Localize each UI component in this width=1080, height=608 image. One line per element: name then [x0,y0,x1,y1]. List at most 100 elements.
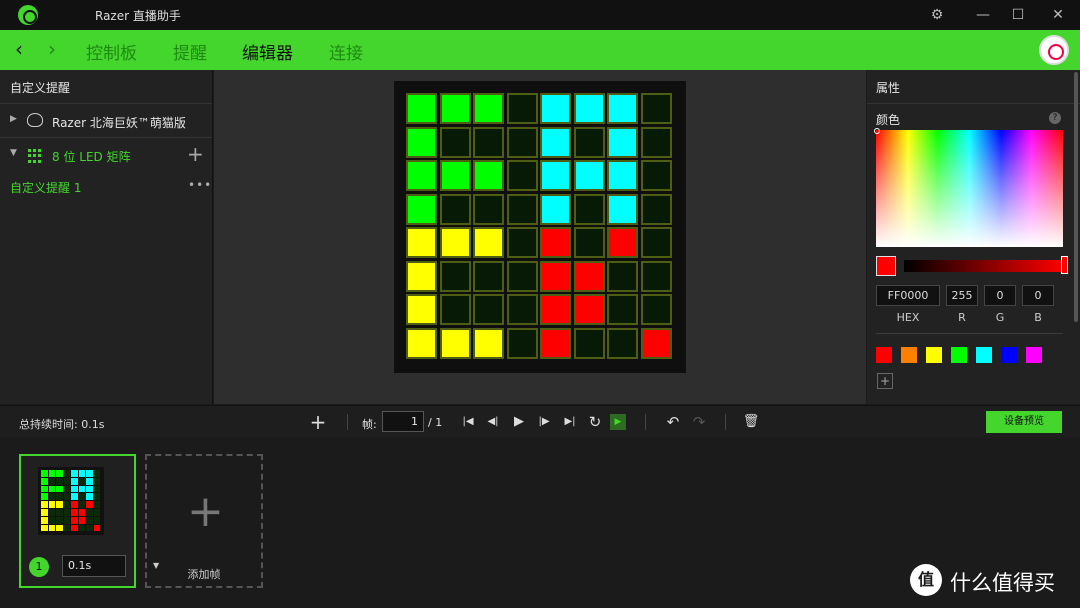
led-cell[interactable] [473,327,504,359]
led-cell[interactable] [439,260,471,292]
device-preview-button[interactable]: 设备预览 [986,411,1062,433]
led-cell[interactable] [540,260,571,292]
back-arrow-icon[interactable]: ‹ [9,36,29,64]
help-icon[interactable]: ? [1049,112,1061,124]
led-cell[interactable] [406,160,437,191]
led-cell[interactable] [640,93,672,124]
color-picker-cursor[interactable] [874,128,880,134]
led-cell[interactable] [506,294,538,325]
brightness-slider[interactable] [904,260,1064,272]
tab-dashboard[interactable]: 控制板 [86,39,137,64]
led-cell[interactable] [607,160,638,191]
led-cell[interactable] [607,227,638,258]
led-cell[interactable] [506,160,538,191]
sidebar-item-led-matrix[interactable]: ▼ 8 位 LED 矩阵 + [0,138,212,172]
tab-connect[interactable]: 连接 [329,39,363,64]
led-cell[interactable] [640,294,672,325]
led-cell[interactable] [573,294,605,325]
undo-icon[interactable]: ↶ [662,411,684,433]
led-cell[interactable] [573,160,605,191]
previous-frame-icon[interactable]: ◀| [482,411,504,433]
led-cell[interactable] [473,260,504,292]
add-frame-button[interactable]: + 添加帧 [145,454,263,588]
add-preset-button[interactable]: + [877,373,893,389]
first-frame-icon[interactable]: |◀ [457,411,479,433]
led-cell[interactable] [640,126,672,158]
led-cell[interactable] [506,227,538,258]
led-cell[interactable] [439,327,471,359]
preset-swatch-orange[interactable] [901,347,917,363]
user-avatar[interactable] [1039,35,1069,65]
next-frame-icon[interactable]: |▶ [533,411,555,433]
preset-swatch-red[interactable] [876,347,892,363]
forward-arrow-icon[interactable]: › [42,36,62,64]
led-cell[interactable] [473,227,504,258]
b-input[interactable]: 0 [1022,285,1054,306]
r-input[interactable]: 255 [946,285,978,306]
led-cell[interactable] [439,126,471,158]
led-cell[interactable] [473,160,504,191]
led-cell[interactable] [540,227,571,258]
led-cell[interactable] [406,193,437,225]
sidebar-item-device[interactable]: ▶ Razer 北海巨妖™萌猫版 [0,104,212,138]
led-cell[interactable] [406,93,437,124]
led-cell[interactable] [540,160,571,191]
redo-icon[interactable]: ↷ [688,411,710,433]
trash-icon[interactable]: 🗑 [740,411,762,433]
frame-card[interactable]: 1 0.1s ▼ [19,454,159,588]
led-cell[interactable] [506,327,538,359]
add-frame-icon[interactable]: + [307,411,329,433]
led-cell[interactable] [506,193,538,225]
led-cell[interactable] [506,93,538,124]
chevron-down-icon[interactable]: ▼ [10,148,17,158]
led-cell[interactable] [473,93,504,124]
preview-play-icon[interactable]: ▶ [610,414,626,430]
led-cell[interactable] [406,227,437,258]
maximize-button[interactable]: ☐ [1007,4,1029,26]
led-cell[interactable] [607,260,638,292]
more-options-icon[interactable]: ••• [188,178,212,192]
play-icon[interactable]: ▶ [508,411,530,433]
led-cell[interactable] [640,160,672,191]
led-cell[interactable] [573,260,605,292]
properties-scrollbar[interactable] [1074,72,1078,322]
led-cell[interactable] [540,93,571,124]
led-cell[interactable] [439,227,471,258]
led-cell[interactable] [573,126,605,158]
led-cell[interactable] [406,126,437,158]
led-cell[interactable] [439,93,471,124]
frame-duration-select[interactable]: 0.1s ▼ [62,555,159,577]
led-cell[interactable] [607,327,638,359]
led-cell[interactable] [406,294,437,325]
preset-swatch-magenta[interactable] [1026,347,1042,363]
tab-alerts[interactable]: 提醒 [173,39,207,64]
preset-swatch-cyan[interactable] [976,347,992,363]
led-cell[interactable] [573,193,605,225]
settings-gear-icon[interactable]: ⚙ [926,4,948,26]
sidebar-item-custom-alert[interactable]: 自定义提醒 1 ••• [0,172,212,202]
brightness-slider-handle[interactable] [1061,256,1068,274]
chevron-right-icon[interactable]: ▶ [10,114,17,124]
led-cell[interactable] [406,327,437,359]
led-cell[interactable] [540,193,571,225]
led-cell[interactable] [540,126,571,158]
led-cell[interactable] [640,227,672,258]
led-cell[interactable] [506,260,538,292]
led-cell[interactable] [439,294,471,325]
led-cell[interactable] [506,126,538,158]
led-cell[interactable] [607,193,638,225]
tab-editor[interactable]: 编辑器 [242,39,293,64]
led-cell[interactable] [540,327,571,359]
led-cell[interactable] [439,160,471,191]
preset-swatch-yellow[interactable] [926,347,942,363]
frame-number-input[interactable]: 1 [382,411,424,432]
preset-swatch-green[interactable] [951,347,967,363]
minimize-button[interactable]: — [972,4,994,26]
led-cell[interactable] [640,327,672,359]
led-cell[interactable] [540,294,571,325]
led-cell[interactable] [640,260,672,292]
led-cell[interactable] [473,126,504,158]
hex-input[interactable]: FF0000 [876,285,940,306]
loop-icon[interactable]: ↻ [584,411,606,433]
led-cell[interactable] [573,93,605,124]
